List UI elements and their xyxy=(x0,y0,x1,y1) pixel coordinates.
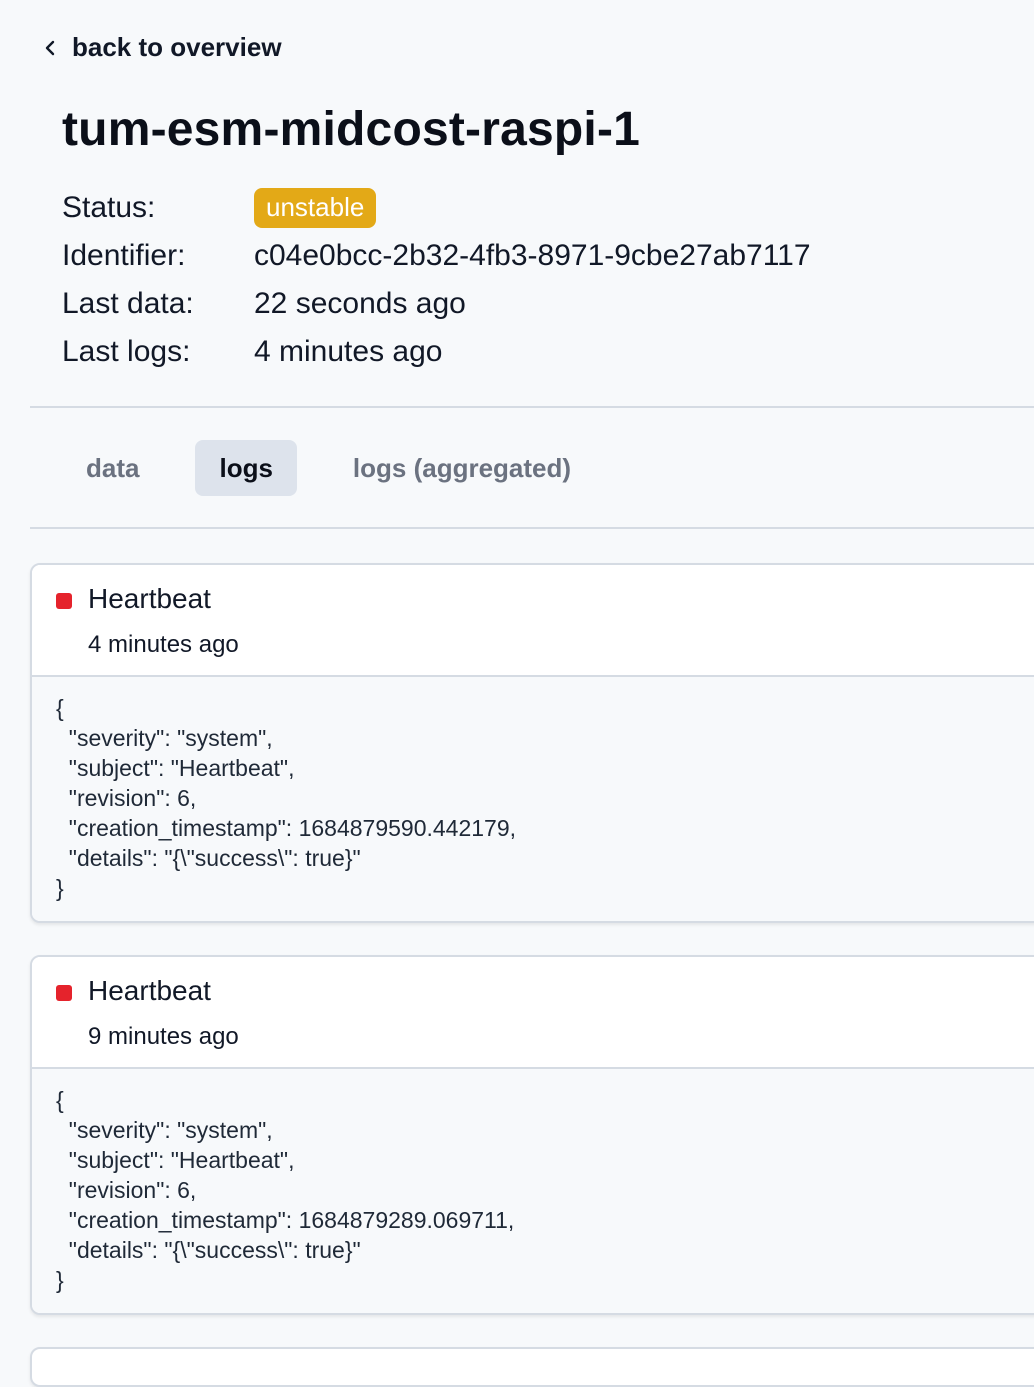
log-card-partial xyxy=(30,1347,1034,1387)
tab-logs-aggregated[interactable]: logs (aggregated) xyxy=(329,440,595,496)
log-card-header: Heartbeat 4 minutes ago xyxy=(32,565,1034,677)
device-meta: Status: unstable Identifier: c04e0bcc-2b… xyxy=(62,184,962,376)
severity-indicator xyxy=(56,593,72,609)
last-logs-row: Last logs: 4 minutes ago xyxy=(62,328,962,376)
last-logs-value: 4 minutes ago xyxy=(254,335,443,368)
page-title: tum-esm-midcost-raspi-1 xyxy=(62,103,641,156)
header-divider xyxy=(30,406,1034,408)
log-body: { "severity": "system", "subject": "Hear… xyxy=(32,1069,1034,1313)
tab-bar: data logs logs (aggregated) xyxy=(62,440,627,496)
log-body: { "severity": "system", "subject": "Hear… xyxy=(32,677,1034,921)
tabs-divider xyxy=(30,527,1034,529)
last-data-label: Last data: xyxy=(62,287,194,320)
log-time: 4 minutes ago xyxy=(88,631,239,658)
chevron-left-icon xyxy=(42,32,58,63)
identifier-label: Identifier: xyxy=(62,239,186,272)
tab-data[interactable]: data xyxy=(62,440,163,496)
last-logs-label: Last logs: xyxy=(62,335,191,368)
severity-indicator xyxy=(56,985,72,1001)
log-card-header: Heartbeat 9 minutes ago xyxy=(32,957,1034,1069)
log-time: 9 minutes ago xyxy=(88,1023,239,1050)
status-label: Status: xyxy=(62,191,156,224)
last-data-value: 22 seconds ago xyxy=(254,287,466,320)
status-badge: unstable xyxy=(254,188,377,228)
tab-logs[interactable]: logs xyxy=(195,440,297,496)
log-card: Heartbeat 4 minutes ago { "severity": "s… xyxy=(30,563,1034,923)
last-data-row: Last data: 22 seconds ago xyxy=(62,280,962,328)
back-to-overview-link[interactable]: back to overview xyxy=(42,32,282,63)
identifier-value: c04e0bcc-2b32-4fb3-8971-9cbe27ab7117 xyxy=(254,239,811,272)
log-card: Heartbeat 9 minutes ago { "severity": "s… xyxy=(30,955,1034,1315)
back-link-label: back to overview xyxy=(72,32,282,62)
log-title: Heartbeat xyxy=(88,583,211,614)
identifier-row: Identifier: c04e0bcc-2b32-4fb3-8971-9cbe… xyxy=(62,232,962,280)
status-row: Status: unstable xyxy=(62,184,962,232)
log-title: Heartbeat xyxy=(88,975,211,1006)
